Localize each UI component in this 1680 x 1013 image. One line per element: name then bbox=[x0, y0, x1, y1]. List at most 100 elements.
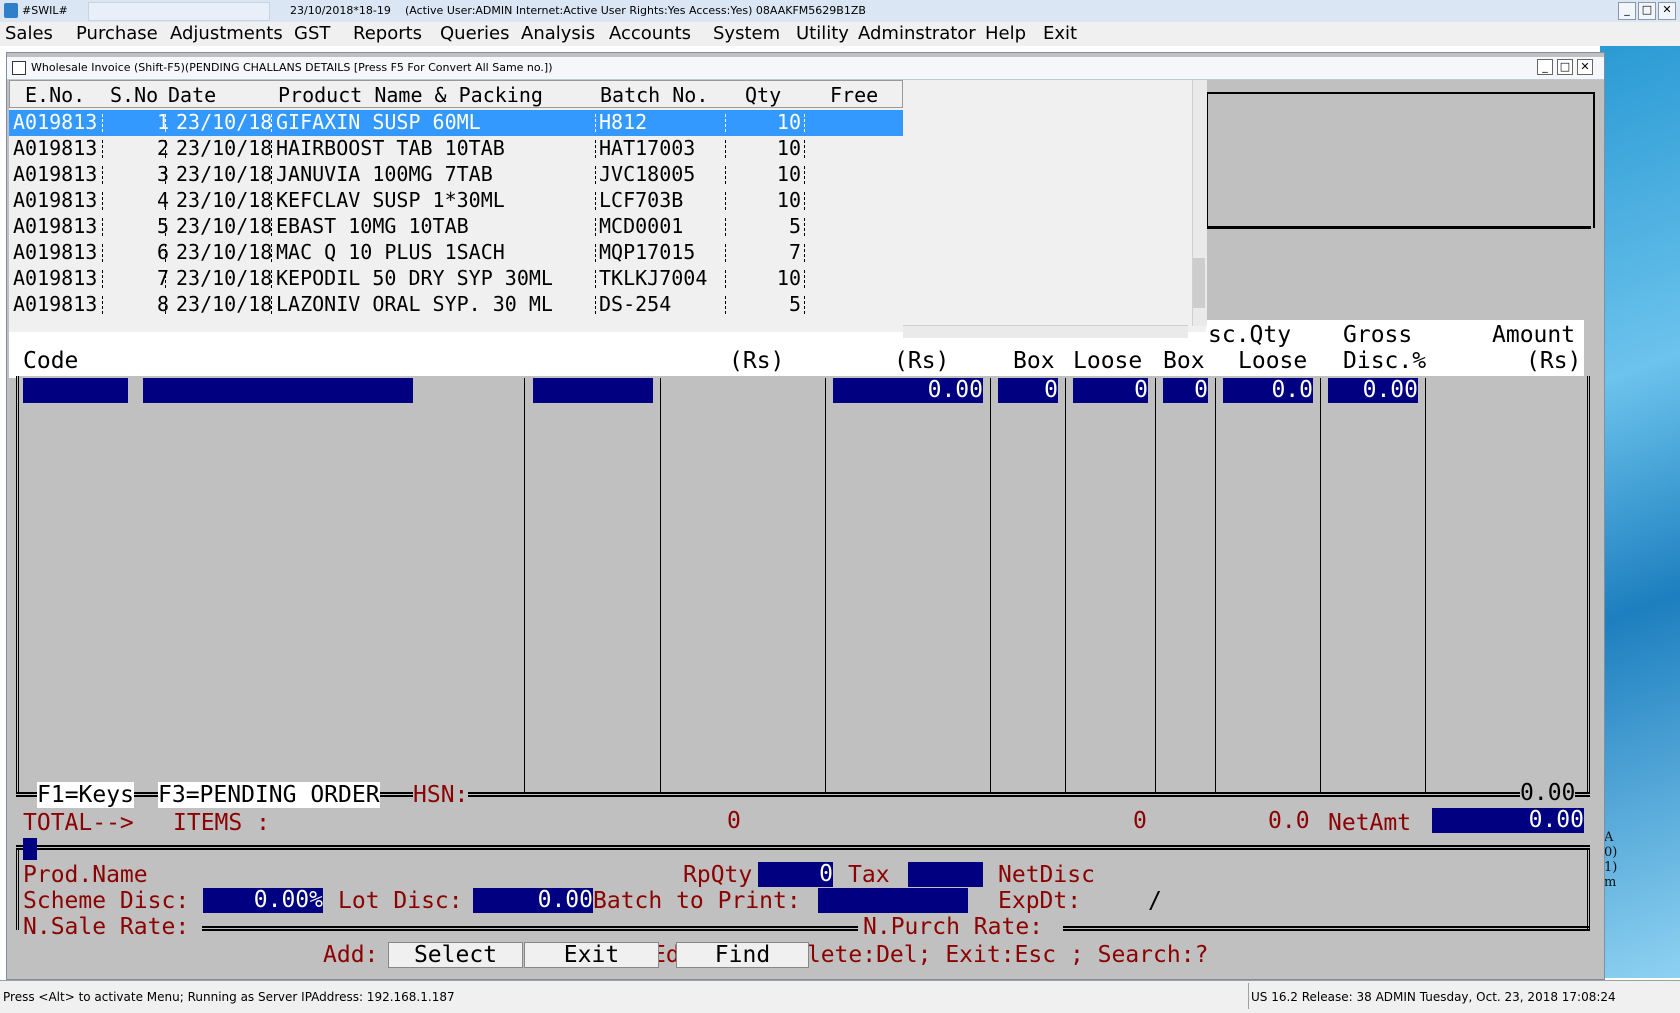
loose-input[interactable]: 0 bbox=[1073, 378, 1148, 403]
pending-cell-sno: 2 bbox=[156, 136, 169, 160]
pending-cell-eno: A019813 bbox=[13, 162, 98, 186]
pending-row[interactable]: A019813 1 23/10/18 GIFAXIN SUSP 60ML H812 10 bbox=[9, 110, 903, 136]
window-icon bbox=[12, 61, 26, 75]
menu-bar: Sales Purchase Adjustments GST Reports Q… bbox=[0, 22, 1680, 46]
pending-cell-eno: A019813 bbox=[13, 266, 98, 290]
close-button[interactable]: ✕ bbox=[1658, 2, 1676, 20]
batch-to-print-value bbox=[818, 888, 968, 913]
column-separator bbox=[595, 140, 596, 158]
column-separator bbox=[804, 270, 805, 288]
pending-cell-date: 23/10/18 bbox=[176, 162, 273, 186]
title-bar: #SWIL# 23/10/2018*18-19 (Active User:ADM… bbox=[0, 0, 1680, 23]
pending-cell-eno: A019813 bbox=[13, 188, 98, 212]
f1-keys-hint: F1=Keys bbox=[37, 782, 134, 808]
pending-cell-sno: 7 bbox=[156, 266, 169, 290]
child-close-button[interactable]: ✕ bbox=[1577, 59, 1593, 75]
status-separator bbox=[1248, 983, 1249, 1009]
column-separator bbox=[595, 244, 596, 262]
rpqty-value: 0 bbox=[758, 862, 833, 887]
menu-utility[interactable]: Utility bbox=[796, 23, 849, 44]
pending-cell-qty: 5 bbox=[788, 214, 801, 238]
netamt-label: NetAmt bbox=[1328, 810, 1412, 836]
pending-row[interactable]: A019813 7 23/10/18 KEPODIL 50 DRY SYP 30ML T… bbox=[9, 266, 903, 292]
col-box: Box bbox=[1013, 348, 1055, 374]
grid-divider bbox=[990, 378, 991, 792]
exit-button[interactable]: Exit bbox=[524, 942, 659, 968]
f3-pending-order-hint: F3=PENDING ORDER bbox=[158, 782, 380, 808]
maximize-button[interactable]: □ bbox=[1638, 2, 1656, 20]
column-separator bbox=[271, 270, 272, 288]
box-input[interactable]: 0 bbox=[998, 378, 1058, 403]
pending-cell-batch: HAT17003 bbox=[599, 136, 696, 160]
pending-row[interactable]: A019813 6 23/10/18 MAC Q 10 PLUS 1SACH MQP17… bbox=[9, 240, 903, 266]
column-separator bbox=[725, 296, 726, 314]
grid-divider bbox=[825, 378, 826, 792]
pending-row[interactable]: A019813 3 23/10/18 JANUVIA 100MG 7TAB JVC180… bbox=[9, 162, 903, 188]
pending-cell-sno: 3 bbox=[156, 162, 169, 186]
column-separator bbox=[165, 244, 166, 262]
pending-row[interactable]: A019813 8 23/10/18 LAZONIV ORAL SYP. 30 ML D… bbox=[9, 292, 903, 318]
find-button[interactable]: Find bbox=[676, 942, 809, 968]
rate-input[interactable]: 0.00 bbox=[833, 378, 983, 403]
column-separator bbox=[102, 192, 103, 210]
menu-analysis[interactable]: Analysis bbox=[521, 23, 595, 44]
prod-name-label: Prod.Name bbox=[23, 862, 148, 888]
column-separator bbox=[595, 296, 596, 314]
menu-purchase[interactable]: Purchase bbox=[76, 23, 158, 44]
pending-cell-qty: 10 bbox=[776, 110, 801, 134]
column-separator bbox=[595, 218, 596, 236]
menu-exit[interactable]: Exit bbox=[1043, 23, 1077, 44]
pending-cell-qty: 10 bbox=[776, 136, 801, 160]
pending-cell-batch: LCF703B bbox=[599, 188, 684, 212]
menu-sales[interactable]: Sales bbox=[5, 23, 53, 44]
column-separator bbox=[595, 270, 596, 288]
sc-box-input[interactable]: 0 bbox=[1163, 378, 1208, 403]
column-separator bbox=[804, 218, 805, 236]
column-separator bbox=[725, 114, 726, 132]
minimize-button[interactable]: _ bbox=[1618, 2, 1636, 20]
pending-row[interactable]: A019813 2 23/10/18 HAIRBOOST TAB 10TAB HAT17… bbox=[9, 136, 903, 162]
scqty-input[interactable]: 0.0 bbox=[1223, 378, 1313, 403]
list-scroll-thumb[interactable] bbox=[1193, 258, 1205, 308]
child-maximize-button[interactable]: □ bbox=[1557, 59, 1573, 75]
pending-cell-date: 23/10/18 bbox=[176, 110, 273, 134]
column-separator bbox=[102, 218, 103, 236]
pending-cell-batch: TKLKJ7004 bbox=[599, 266, 708, 290]
col-sno: S.No bbox=[110, 83, 159, 107]
pending-cell-batch: DS-254 bbox=[599, 292, 672, 316]
summary-panel-bottom bbox=[1206, 226, 1591, 329]
expdt-value: / bbox=[1148, 888, 1162, 914]
pending-row[interactable]: A019813 4 23/10/18 KEFCLAV SUSP 1*30ML LCF70… bbox=[9, 188, 903, 214]
scheme-disc-value: 0.00% bbox=[203, 888, 323, 913]
n-sale-rate-label: N.Sale Rate: bbox=[23, 914, 190, 940]
code-input[interactable] bbox=[23, 378, 128, 403]
product-input[interactable] bbox=[143, 378, 413, 403]
menu-help[interactable]: Help bbox=[985, 23, 1026, 44]
add-label: Add: bbox=[323, 942, 379, 968]
pending-cell-sno: 6 bbox=[156, 240, 169, 264]
column-separator bbox=[595, 114, 596, 132]
invoice-window-title: Wholesale Invoice (Shift-F5)(PENDING CHA… bbox=[31, 61, 553, 74]
column-separator bbox=[165, 166, 166, 184]
disc-input[interactable]: 0.00 bbox=[1328, 378, 1418, 403]
menu-accounts[interactable]: Accounts bbox=[609, 23, 691, 44]
list-horizontal-scrollbar[interactable] bbox=[903, 325, 1188, 338]
col-scqty: sc.Qty bbox=[1208, 322, 1292, 348]
column-separator bbox=[102, 244, 103, 262]
menu-system[interactable]: System bbox=[713, 23, 780, 44]
pending-cell-qty: 10 bbox=[776, 188, 801, 212]
pending-row[interactable]: A019813 5 23/10/18 EBAST 10MG 10TAB MCD0001 5 bbox=[9, 214, 903, 240]
pending-cell-product: LAZONIV ORAL SYP. 30 ML bbox=[276, 292, 553, 316]
column-separator bbox=[804, 296, 805, 314]
menu-adminstrator[interactable]: Adminstrator bbox=[858, 23, 976, 44]
col-sc-loose: Loose bbox=[1238, 348, 1308, 374]
menu-gst[interactable]: GST bbox=[294, 23, 330, 44]
menu-queries[interactable]: Queries bbox=[440, 23, 510, 44]
menu-reports[interactable]: Reports bbox=[353, 23, 422, 44]
select-button[interactable]: Select bbox=[388, 942, 523, 968]
child-minimize-button[interactable]: _ bbox=[1537, 59, 1553, 75]
column-separator bbox=[725, 244, 726, 262]
batch-input[interactable] bbox=[533, 378, 653, 403]
pending-list-header: E.No. S.No Date Product Name & Packing B… bbox=[9, 80, 903, 108]
menu-adjustments[interactable]: Adjustments bbox=[170, 23, 283, 44]
